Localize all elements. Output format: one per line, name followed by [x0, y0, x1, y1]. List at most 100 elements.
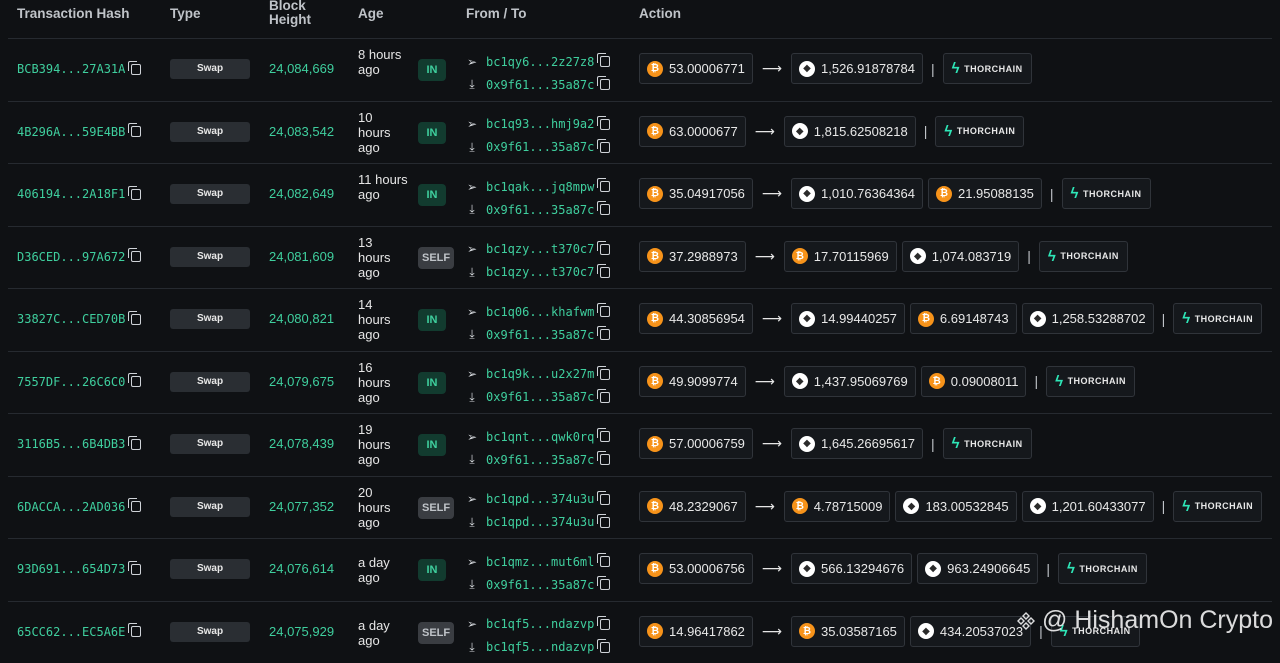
copy-icon[interactable]: [600, 454, 610, 465]
block-height-link[interactable]: 24,076,614: [269, 561, 334, 576]
to-address-link[interactable]: 0x9f61...35a87c: [486, 78, 600, 92]
to-address-link[interactable]: 0x9f61...35a87c: [486, 140, 600, 154]
copy-icon[interactable]: [600, 556, 610, 567]
copy-icon[interactable]: [600, 494, 610, 505]
copy-icon[interactable]: [600, 306, 610, 317]
copy-icon[interactable]: [600, 181, 610, 192]
copy-icon[interactable]: [131, 626, 141, 637]
token-amount[interactable]: ◆1,437.95069769: [784, 366, 916, 397]
token-amount[interactable]: ₿17.70115969: [784, 241, 897, 272]
copy-icon[interactable]: [131, 189, 141, 200]
copy-icon[interactable]: [600, 392, 610, 403]
copy-icon[interactable]: [131, 64, 141, 75]
tx-hash-link[interactable]: 93D691...654D73: [17, 562, 125, 576]
token-amount[interactable]: ₿6.69148743: [910, 303, 1017, 334]
from-address-link[interactable]: bc1qzy...t370c7: [486, 242, 600, 256]
from-address-link[interactable]: bc1qnt...qwk0rq: [486, 430, 600, 444]
protocol-badge[interactable]: ϟTHORCHAIN: [943, 53, 1032, 84]
block-height-link[interactable]: 24,077,352: [269, 499, 334, 514]
token-amount[interactable]: ₿21.95088135: [928, 178, 1042, 209]
tx-hash-link[interactable]: 406194...2A18F1: [17, 187, 125, 201]
from-address-link[interactable]: bc1qpd...374u3u: [486, 492, 600, 506]
tx-hash-link[interactable]: 3116B5...6B4DB3: [17, 437, 125, 451]
block-height-link[interactable]: 24,078,439: [269, 436, 334, 451]
to-address-link[interactable]: bc1qf5...ndazvp: [486, 640, 600, 654]
block-height-link[interactable]: 24,082,649: [269, 186, 334, 201]
to-address-link[interactable]: bc1qpd...374u3u: [486, 515, 600, 529]
copy-icon[interactable]: [600, 369, 610, 380]
copy-icon[interactable]: [131, 314, 141, 325]
protocol-badge[interactable]: ϟTHORCHAIN: [1062, 178, 1151, 209]
protocol-badge[interactable]: ϟTHORCHAIN: [943, 428, 1032, 459]
token-amount[interactable]: ◆566.13294676: [791, 553, 912, 584]
token-amount[interactable]: ₿35.04917056: [639, 178, 753, 209]
from-address-link[interactable]: bc1q93...hmj9a2: [486, 117, 600, 131]
token-amount[interactable]: ◆1,526.91878784: [791, 53, 923, 84]
copy-icon[interactable]: [600, 431, 610, 442]
block-height-link[interactable]: 24,081,609: [269, 249, 334, 264]
to-address-link[interactable]: bc1qzy...t370c7: [486, 265, 600, 279]
token-amount[interactable]: ₿0.09008011: [921, 366, 1027, 397]
tx-hash-link[interactable]: 6DACCA...2AD036: [17, 500, 125, 514]
token-amount[interactable]: ◆1,645.26695617: [791, 428, 923, 459]
token-amount[interactable]: ₿44.30856954: [639, 303, 753, 334]
tx-hash-link[interactable]: 33827C...CED70B: [17, 312, 125, 326]
token-amount[interactable]: ◆1,258.53288702: [1022, 303, 1154, 334]
tx-hash-link[interactable]: 65CC62...EC5A6E: [17, 625, 125, 639]
protocol-badge[interactable]: ϟTHORCHAIN: [935, 116, 1024, 147]
protocol-badge[interactable]: ϟTHORCHAIN: [1058, 553, 1147, 584]
copy-icon[interactable]: [131, 564, 141, 575]
token-amount[interactable]: ◆1,010.76364364: [791, 178, 923, 209]
token-amount[interactable]: ◆1,074.083719: [902, 241, 1020, 272]
token-amount[interactable]: ₿49.9099774: [639, 366, 746, 397]
block-height-link[interactable]: 24,075,929: [269, 624, 334, 639]
to-address-link[interactable]: 0x9f61...35a87c: [486, 328, 600, 342]
token-amount[interactable]: ◆434.20537023: [910, 616, 1031, 647]
protocol-badge[interactable]: ϟTHORCHAIN: [1046, 366, 1135, 397]
tx-hash-link[interactable]: 7557DF...26C6C0: [17, 375, 125, 389]
token-amount[interactable]: ◆1,815.62508218: [784, 116, 916, 147]
copy-icon[interactable]: [600, 619, 610, 630]
token-amount[interactable]: ₿53.00006771: [639, 53, 753, 84]
token-amount[interactable]: ₿57.00006759: [639, 428, 753, 459]
token-amount[interactable]: ₿37.2988973: [639, 241, 746, 272]
to-address-link[interactable]: 0x9f61...35a87c: [486, 390, 600, 404]
copy-icon[interactable]: [600, 142, 610, 153]
copy-icon[interactable]: [131, 376, 141, 387]
copy-icon[interactable]: [600, 244, 610, 255]
token-amount[interactable]: ₿35.03587165: [791, 616, 905, 647]
protocol-badge[interactable]: ϟTHORCHAIN: [1039, 241, 1128, 272]
token-amount[interactable]: ₿14.96417862: [639, 616, 753, 647]
copy-icon[interactable]: [600, 79, 610, 90]
protocol-badge[interactable]: ϟTHORCHAIN: [1173, 303, 1262, 334]
block-height-link[interactable]: 24,080,821: [269, 311, 334, 326]
token-amount[interactable]: ◆1,201.60433077: [1022, 491, 1154, 522]
token-amount[interactable]: ₿4.78715009: [784, 491, 891, 522]
block-height-link[interactable]: 24,079,675: [269, 374, 334, 389]
copy-icon[interactable]: [600, 329, 610, 340]
token-amount[interactable]: ◆183.00532845: [895, 491, 1016, 522]
to-address-link[interactable]: 0x9f61...35a87c: [486, 203, 600, 217]
copy-icon[interactable]: [600, 204, 610, 215]
from-address-link[interactable]: bc1q9k...u2x27m: [486, 367, 600, 381]
copy-icon[interactable]: [600, 267, 610, 278]
token-amount[interactable]: ₿63.0000677: [639, 116, 746, 147]
copy-icon[interactable]: [131, 501, 141, 512]
block-height-link[interactable]: 24,083,542: [269, 124, 334, 139]
copy-icon[interactable]: [131, 439, 141, 450]
from-address-link[interactable]: bc1qy6...2z27z8: [486, 55, 600, 69]
copy-icon[interactable]: [600, 517, 610, 528]
protocol-badge[interactable]: ϟTHORCHAIN: [1173, 491, 1262, 522]
from-address-link[interactable]: bc1qf5...ndazvp: [486, 617, 600, 631]
from-address-link[interactable]: bc1qak...jq8mpw: [486, 180, 600, 194]
token-amount[interactable]: ₿53.00006756: [639, 553, 753, 584]
tx-hash-link[interactable]: 4B296A...59E4BB: [17, 125, 125, 139]
copy-icon[interactable]: [600, 579, 610, 590]
tx-hash-link[interactable]: BCB394...27A31A: [17, 62, 125, 76]
to-address-link[interactable]: 0x9f61...35a87c: [486, 578, 600, 592]
copy-icon[interactable]: [600, 642, 610, 653]
token-amount[interactable]: ◆14.99440257: [791, 303, 905, 334]
copy-icon[interactable]: [131, 251, 141, 262]
token-amount[interactable]: ◆963.24906645: [917, 553, 1038, 584]
from-address-link[interactable]: bc1q06...khafwm: [486, 305, 600, 319]
